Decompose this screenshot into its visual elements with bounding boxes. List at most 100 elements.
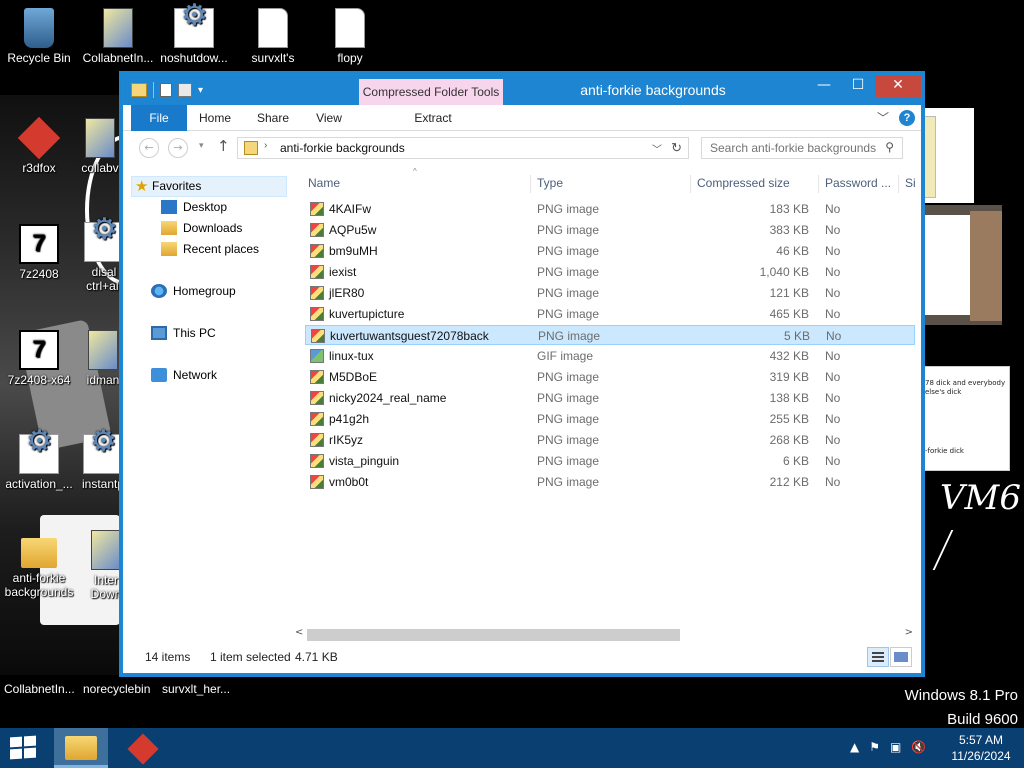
file-row[interactable]: iexist PNG image 1,040 KB No <box>305 262 915 282</box>
column-header-name[interactable]: Name <box>308 171 340 195</box>
desktop-icon-survxlt-her[interactable]: survxlt_her... <box>162 682 230 696</box>
desktop-icon-label: noshutdow... <box>160 51 228 65</box>
file-name: M5DBoE <box>329 370 378 384</box>
taskbar-file-explorer[interactable] <box>54 728 108 768</box>
desktop-icon-noshutdown[interactable]: noshutdow... <box>157 8 231 65</box>
maximize-button[interactable]: ☐ <box>841 75 875 97</box>
desktop-icon-activation[interactable]: activation_... <box>2 434 76 491</box>
file-name: vista_pinguin <box>329 454 400 468</box>
scrollbar-thumb[interactable] <box>307 629 680 641</box>
tab-view[interactable]: View <box>309 105 349 131</box>
refresh-icon[interactable]: ↻ <box>671 140 682 156</box>
volume-muted-icon[interactable]: 🔇 <box>911 740 926 754</box>
taskbar-r3dfox[interactable] <box>122 728 166 768</box>
file-row-selected[interactable]: kuvertuwantsguest72078back PNG image 5 K… <box>305 325 915 345</box>
address-dropdown-icon[interactable]: ﹀ <box>652 141 662 156</box>
expand-ribbon-icon[interactable]: ﹀ <box>877 109 889 126</box>
nav-recent-places[interactable]: Recent places <box>161 239 259 260</box>
forward-button[interactable]: → <box>168 138 188 158</box>
tab-home[interactable]: Home <box>193 105 237 131</box>
scroll-right-icon[interactable]: > <box>905 627 913 638</box>
file-row[interactable]: vista_pinguin PNG image 6 KB No <box>305 451 915 471</box>
column-header-size[interactable]: Si <box>905 171 916 195</box>
file-row[interactable]: AQPu5w PNG image 383 KB No <box>305 220 915 240</box>
desktop-icon-r3dfox[interactable]: r3dfox <box>2 116 76 175</box>
close-button[interactable]: ✕ <box>875 75 921 97</box>
desktop-icon-7z2408[interactable]: 7 7z2408 <box>2 224 76 281</box>
file-row[interactable]: linux-tux GIF image 432 KB No <box>305 346 915 366</box>
column-header-compressed-size[interactable]: Compressed size <box>697 171 790 195</box>
desktop-icon-label: flopy <box>337 51 363 65</box>
file-icon <box>258 8 288 48</box>
help-icon[interactable]: ? <box>899 109 915 126</box>
properties-icon[interactable] <box>160 83 172 97</box>
desktop-icon-internet-download[interactable]: Inter Down <box>86 530 126 601</box>
desktop-icon-flopy[interactable]: flopy <box>313 8 387 65</box>
file-row[interactable]: p41g2h PNG image 255 KB No <box>305 409 915 429</box>
compressed-folder-tools-tab[interactable]: Compressed Folder Tools <box>359 79 503 105</box>
column-header-type[interactable]: Type <box>537 171 563 195</box>
taskbar-clock[interactable]: 5:57 AM 11/26/2024 <box>946 732 1016 764</box>
file-row[interactable]: M5DBoE PNG image 319 KB No <box>305 367 915 387</box>
column-divider[interactable] <box>818 175 819 193</box>
title-bar[interactable]: ▾ Compressed Folder Tools anti-forkie ba… <box>123 75 921 105</box>
nav-desktop[interactable]: Desktop <box>161 197 227 218</box>
desktop-icon-disable-ctrl-alt[interactable]: disal ctrl+alt <box>80 222 128 293</box>
explorer-window[interactable]: ▾ Compressed Folder Tools anti-forkie ba… <box>122 74 922 674</box>
desktop-icon-collabv[interactable]: collabv <box>72 118 128 175</box>
desktop-icon-instantp[interactable]: instantp <box>80 434 126 491</box>
recent-locations-dropdown-icon[interactable]: ▾ <box>199 141 204 151</box>
desktop-icon-label: r3dfox <box>22 161 56 175</box>
network-tray-icon[interactable]: ▣ <box>890 740 901 754</box>
column-divider[interactable] <box>898 175 899 193</box>
column-divider[interactable] <box>690 175 691 193</box>
search-box[interactable]: ⚲ <box>701 137 903 159</box>
show-hidden-icons-icon[interactable]: ▲ <box>850 740 859 754</box>
column-header-password[interactable]: Password ... <box>825 171 891 195</box>
file-row[interactable]: kuvertupicture PNG image 465 KB No <box>305 304 915 324</box>
desktop-icon-collabnet[interactable]: CollabnetIn... <box>81 8 155 65</box>
customize-toolbar-icon[interactable]: ▾ <box>198 85 203 96</box>
desktop-icon-survxlts[interactable]: survxlt's <box>236 8 310 65</box>
tab-extract[interactable]: Extract <box>393 105 473 131</box>
start-button[interactable] <box>10 735 38 761</box>
file-row[interactable]: bm9uMH PNG image 46 KB No <box>305 241 915 261</box>
search-input[interactable] <box>702 138 878 158</box>
address-path[interactable]: anti-forkie backgrounds <box>280 141 405 155</box>
nav-this-pc[interactable]: This PC <box>151 323 216 344</box>
desktop-icon-idman[interactable]: idman <box>80 330 126 387</box>
png-file-icon <box>310 223 324 237</box>
search-icon[interactable]: ⚲ <box>885 140 894 154</box>
breadcrumb-chevron-icon[interactable]: › <box>264 140 267 151</box>
address-bar[interactable]: › anti-forkie backgrounds ﹀ ↻ <box>237 137 689 159</box>
desktop-icon-collabnet-2[interactable]: CollabnetIn... <box>4 682 75 696</box>
nav-downloads[interactable]: Downloads <box>161 218 242 239</box>
file-row[interactable]: jlER80 PNG image 121 KB No <box>305 283 915 303</box>
file-size: 6 KB <box>782 454 809 468</box>
nav-network[interactable]: Network <box>151 365 217 386</box>
action-center-flag-icon[interactable]: ⚑ <box>869 740 880 754</box>
file-row[interactable]: nicky2024_real_name PNG image 138 KB No <box>305 388 915 408</box>
file-row[interactable]: vm0b0t PNG image 212 KB No <box>305 472 915 492</box>
desktop-icon-7z2408-x64[interactable]: 7 7z2408-x64 <box>2 330 76 387</box>
tab-share[interactable]: Share <box>249 105 297 131</box>
up-arrow-icon[interactable]: ↑ <box>217 137 230 155</box>
desktop-icon-norecyclebin[interactable]: norecyclebin <box>83 682 150 696</box>
tab-file[interactable]: File <box>131 105 187 131</box>
desktop-icon-recycle-bin[interactable]: Recycle Bin <box>2 8 76 65</box>
details-view-button[interactable] <box>867 647 889 667</box>
nav-homegroup[interactable]: Homegroup <box>151 281 236 302</box>
horizontal-scrollbar[interactable]: < > <box>293 627 913 643</box>
file-row[interactable]: 4KAIFw PNG image 183 KB No <box>305 199 915 219</box>
desktop-icon-anti-forkie-backgrounds[interactable]: anti-forkie backgrounds <box>2 530 76 599</box>
minimize-button[interactable]: — <box>807 75 841 97</box>
scroll-left-icon[interactable]: < <box>295 627 303 638</box>
nav-favorites[interactable]: ★ Favorites <box>131 176 287 197</box>
quick-access-toolbar: ▾ <box>131 82 203 98</box>
new-folder-icon[interactable] <box>178 83 192 97</box>
file-row[interactable]: rIK5yz PNG image 268 KB No <box>305 430 915 450</box>
back-button[interactable]: ← <box>139 138 159 158</box>
file-type: PNG image <box>537 286 600 300</box>
large-icons-view-button[interactable] <box>890 647 912 667</box>
column-divider[interactable] <box>530 175 531 193</box>
